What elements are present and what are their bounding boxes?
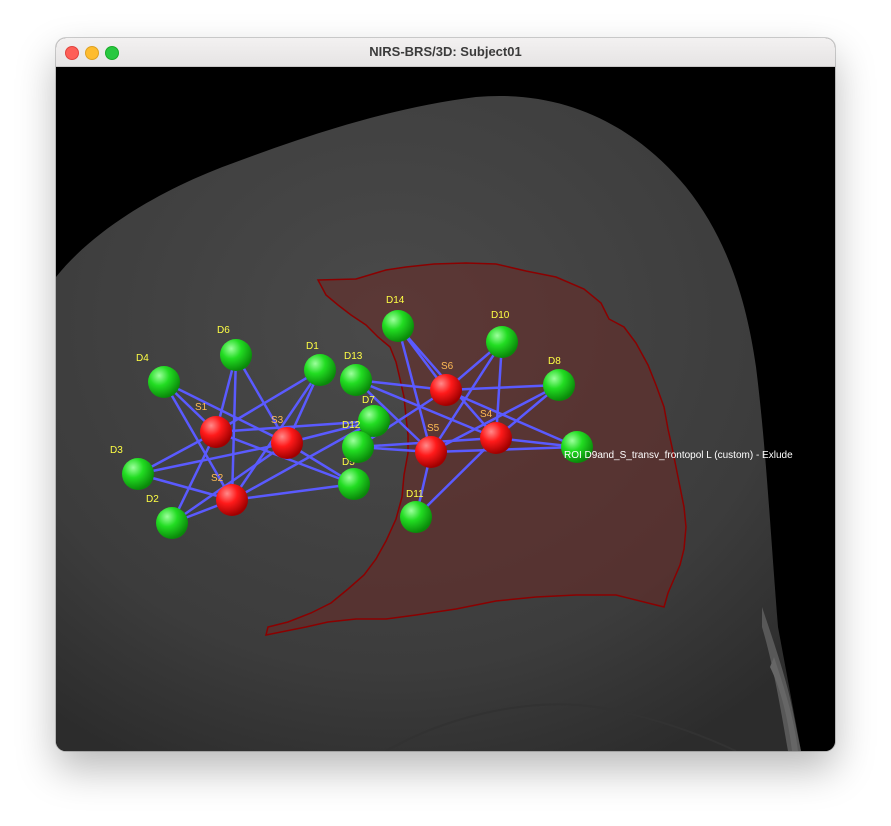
source-label-s4: S4	[480, 409, 493, 420]
detector-d4[interactable]	[148, 366, 180, 398]
detector-label-d2: D2	[146, 494, 159, 505]
3d-viewport[interactable]: D1 D2 D3 D4 D5 D6 D7 D8 D10 D11 D12 D13 D14 S1 S2 S3 S4 S…	[56, 67, 835, 751]
source-label-s3: S3	[271, 415, 284, 426]
source-s3[interactable]	[271, 427, 303, 459]
detector-d6[interactable]	[220, 339, 252, 371]
source-s4[interactable]	[480, 422, 512, 454]
detector-label-d3: D3	[110, 445, 123, 456]
detector-d8[interactable]	[543, 369, 575, 401]
detector-d3[interactable]	[122, 458, 154, 490]
detector-label-d8: D8	[548, 356, 561, 367]
source-s2[interactable]	[216, 484, 248, 516]
detector-d12[interactable]	[342, 431, 374, 463]
detector-label-d4: D4	[136, 353, 149, 364]
detector-label-d7: D7	[362, 395, 375, 406]
detector-d13[interactable]	[340, 364, 372, 396]
detector-d1[interactable]	[304, 354, 336, 386]
detector-label-d13: D13	[344, 351, 363, 362]
detector-d5[interactable]	[338, 468, 370, 500]
title-bar[interactable]: NIRS-BRS/3D: Subject01	[56, 38, 835, 67]
detector-d14[interactable]	[382, 310, 414, 342]
detector-label-d12: D12	[342, 420, 361, 431]
app-window: NIRS-BRS/3D: Subject01 D1 D2 D3 D4 D5 D6…	[56, 38, 835, 751]
detector-d10[interactable]	[486, 326, 518, 358]
source-label-s1: S1	[195, 402, 208, 413]
detector-d11[interactable]	[400, 501, 432, 533]
detector-d2[interactable]	[156, 507, 188, 539]
3d-scene[interactable]: D1D2D3D4D5D6D7D8D10D11D12D13D14S1S2S3S4S…	[56, 67, 835, 751]
detector-label-d14: D14	[386, 295, 405, 306]
detector-label-d10: D10	[491, 310, 510, 321]
roi-label: ROI D9and_S_transv_frontopol L (custom) …	[564, 450, 793, 461]
detector-label-d1: D1	[306, 341, 319, 352]
detector-label-d11: D11	[406, 489, 424, 500]
source-label-s5: S5	[427, 423, 440, 434]
window-title: NIRS-BRS/3D: Subject01	[369, 44, 522, 59]
source-label-s6: S6	[441, 361, 454, 372]
source-s1[interactable]	[200, 416, 232, 448]
detector-label-d6: D6	[217, 325, 230, 336]
source-s5[interactable]	[415, 436, 447, 468]
source-label-s2: S2	[211, 473, 224, 484]
source-s6[interactable]	[430, 374, 462, 406]
